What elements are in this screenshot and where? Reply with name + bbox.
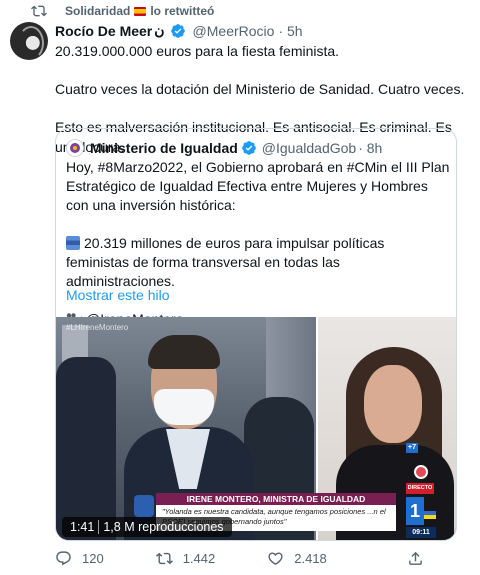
quoted-author-handle: @IgualdadGob	[261, 140, 357, 156]
channel-number: 1	[406, 497, 424, 525]
video-lower-third: IRENE MONTERO, MINISTRA DE IGUALDAD	[156, 493, 396, 505]
tweet-header: Rocío De Meer ن @MeerRocio · 5h	[55, 22, 303, 39]
reply-button[interactable]: 120	[55, 550, 104, 567]
share-button[interactable]	[407, 550, 424, 567]
verified-badge-icon	[170, 23, 185, 38]
video-stats-overlay: 1:41 1,8 M reproducciones	[62, 517, 232, 537]
tweet-actions: 120 1.442 2.418	[55, 545, 475, 571]
retweet-button[interactable]: 1.442	[155, 550, 216, 567]
social-context[interactable]: Solidaridad lo retwitteó	[31, 2, 214, 20]
live-label: DIRECTO	[406, 483, 434, 494]
channel-small-badge: +7	[406, 443, 418, 453]
reply-count: 120	[82, 550, 104, 566]
author-handle[interactable]: @MeerRocio	[193, 23, 275, 39]
quoted-tweet-header: Ministerio de Igualdad @IgualdadGob · 8h	[66, 139, 382, 157]
tweet-paragraph: 20.319.000.000 euros para la fiesta femi…	[55, 43, 340, 59]
quoted-paragraph: 20.319 millones de euros para impulsar p…	[66, 234, 451, 291]
author-name-extra: ن	[154, 22, 165, 38]
video-person-head	[364, 365, 422, 443]
social-context-action: lo retwitteó	[150, 4, 215, 18]
live-indicator-icon	[414, 465, 428, 479]
spain-flag-icon	[134, 6, 147, 16]
retweet-count: 1.442	[182, 550, 216, 566]
quoted-avatar	[66, 139, 84, 157]
show-thread-link[interactable]: Mostrar este hilo	[66, 287, 169, 303]
quoted-timestamp: · 8h	[358, 140, 383, 156]
author-name[interactable]: Rocío De Meer	[55, 23, 152, 39]
video-person	[56, 357, 116, 540]
divider	[98, 520, 100, 534]
video-face-mask	[154, 389, 214, 425]
retweet-icon	[155, 552, 173, 564]
tweet-paragraph: Cuatro veces la dotación del Ministerio …	[55, 81, 465, 97]
video-player[interactable]: #LHIreneMontero +7 DIRECTO IRENE MONTERO…	[56, 317, 456, 540]
quoted-paragraph: Hoy, #8Marzo2022, el Gobierno aprobará e…	[66, 159, 450, 213]
video-hashtag-watermark: #LHIreneMontero	[66, 323, 129, 332]
heart-icon	[268, 551, 283, 565]
video-duration: 1:41	[70, 520, 95, 534]
tweet-timestamp[interactable]: · 5h	[278, 23, 302, 39]
like-count: 2.418	[294, 550, 327, 566]
retweet-icon	[31, 5, 47, 17]
broadcaster-logo-icon	[134, 495, 154, 517]
map-emoji-icon	[66, 236, 80, 250]
like-button[interactable]: 2.418	[267, 550, 327, 567]
video-person-hair	[148, 335, 220, 369]
avatar[interactable]	[10, 22, 48, 60]
quoted-paragraph-text: 20.319 millones de euros para impulsar p…	[66, 235, 385, 289]
broadcast-clock: 09:11	[406, 527, 436, 538]
video-views: 1,8 M reproducciones	[103, 520, 224, 534]
social-context-user[interactable]: Solidaridad	[65, 4, 130, 18]
ukraine-flag-icon	[424, 511, 436, 519]
quoted-author-name: Ministerio de Igualdad	[90, 140, 238, 156]
quoted-tweet[interactable]: Ministerio de Igualdad @IgualdadGob · 8h…	[55, 128, 457, 541]
reply-icon	[56, 550, 71, 565]
verified-badge-icon	[241, 141, 256, 155]
share-icon	[408, 551, 422, 565]
